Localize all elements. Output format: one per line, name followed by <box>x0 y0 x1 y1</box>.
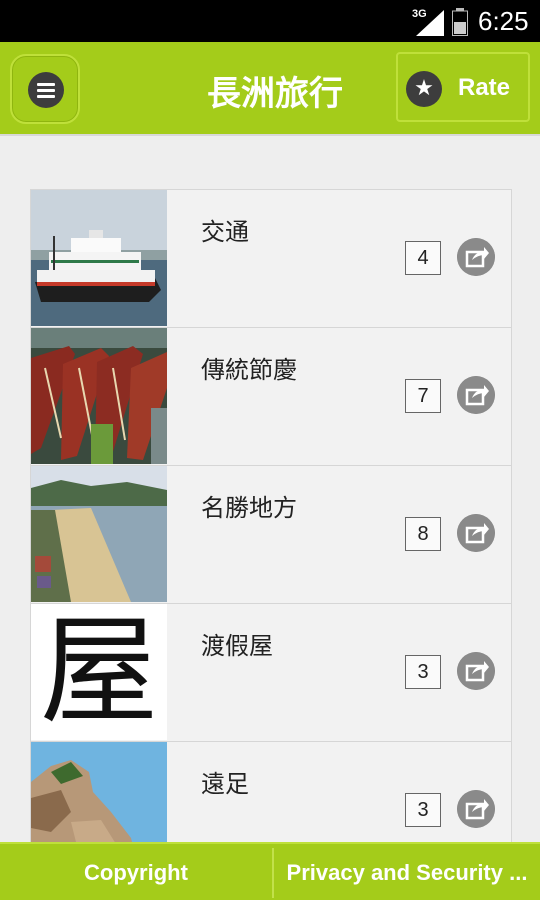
star-icon: ★ <box>406 71 442 107</box>
status-bar: 3G 6:25 <box>0 0 540 42</box>
page-title: 長洲旅行 <box>207 74 343 114</box>
count-badge: 3 <box>405 655 441 689</box>
list-item-label: 交通 <box>201 218 249 246</box>
copyright-button[interactable]: Copyright <box>0 844 272 900</box>
clock: 6:25 <box>478 6 529 36</box>
ferry-photo <box>31 190 167 326</box>
rate-label: Rate <box>458 74 511 101</box>
share-icon[interactable] <box>457 652 495 690</box>
list-item-label: 遠足 <box>201 770 249 798</box>
share-icon[interactable] <box>457 238 495 276</box>
footer-bar: Copyright Privacy and Security ... <box>0 842 540 900</box>
beach-photo <box>31 466 167 602</box>
share-icon[interactable] <box>457 790 495 828</box>
list-item-festivals[interactable]: 傳統節慶 7 <box>31 328 511 466</box>
action-bar: 長洲旅行 ★ Rate <box>0 42 540 134</box>
header-divider <box>0 134 540 136</box>
count-badge: 8 <box>405 517 441 551</box>
count-badge: 4 <box>405 241 441 275</box>
character-thumbnail: 屋 <box>31 604 167 740</box>
signal-icon <box>416 10 444 36</box>
share-icon[interactable] <box>457 376 495 414</box>
list-item-transport[interactable]: 交通 4 <box>31 190 511 328</box>
list-item-attractions[interactable]: 名勝地方 8 <box>31 466 511 604</box>
category-list: 交通 4 傳統節慶 7 名勝地方 8 屋 渡假屋 3 遠足 3 <box>30 189 512 842</box>
list-item-label: 名勝地方 <box>201 494 297 522</box>
character-thumbnail-text: 屋 <box>39 604 158 740</box>
share-icon[interactable] <box>457 514 495 552</box>
dragon-boats-photo <box>31 328 167 464</box>
count-badge: 3 <box>405 793 441 827</box>
list-item-holiday-houses[interactable]: 屋 渡假屋 3 <box>31 604 511 742</box>
battery-icon <box>452 8 468 36</box>
menu-button[interactable] <box>10 54 80 124</box>
count-badge: 7 <box>405 379 441 413</box>
rocks-photo <box>31 742 167 842</box>
list-item-hiking[interactable]: 遠足 3 <box>31 742 511 842</box>
list-item-label: 傳統節慶 <box>201 356 297 384</box>
menu-icon <box>28 72 64 108</box>
list-item-label: 渡假屋 <box>201 632 273 660</box>
rate-button[interactable]: ★ Rate <box>396 52 530 122</box>
privacy-security-button[interactable]: Privacy and Security ... <box>274 844 540 900</box>
